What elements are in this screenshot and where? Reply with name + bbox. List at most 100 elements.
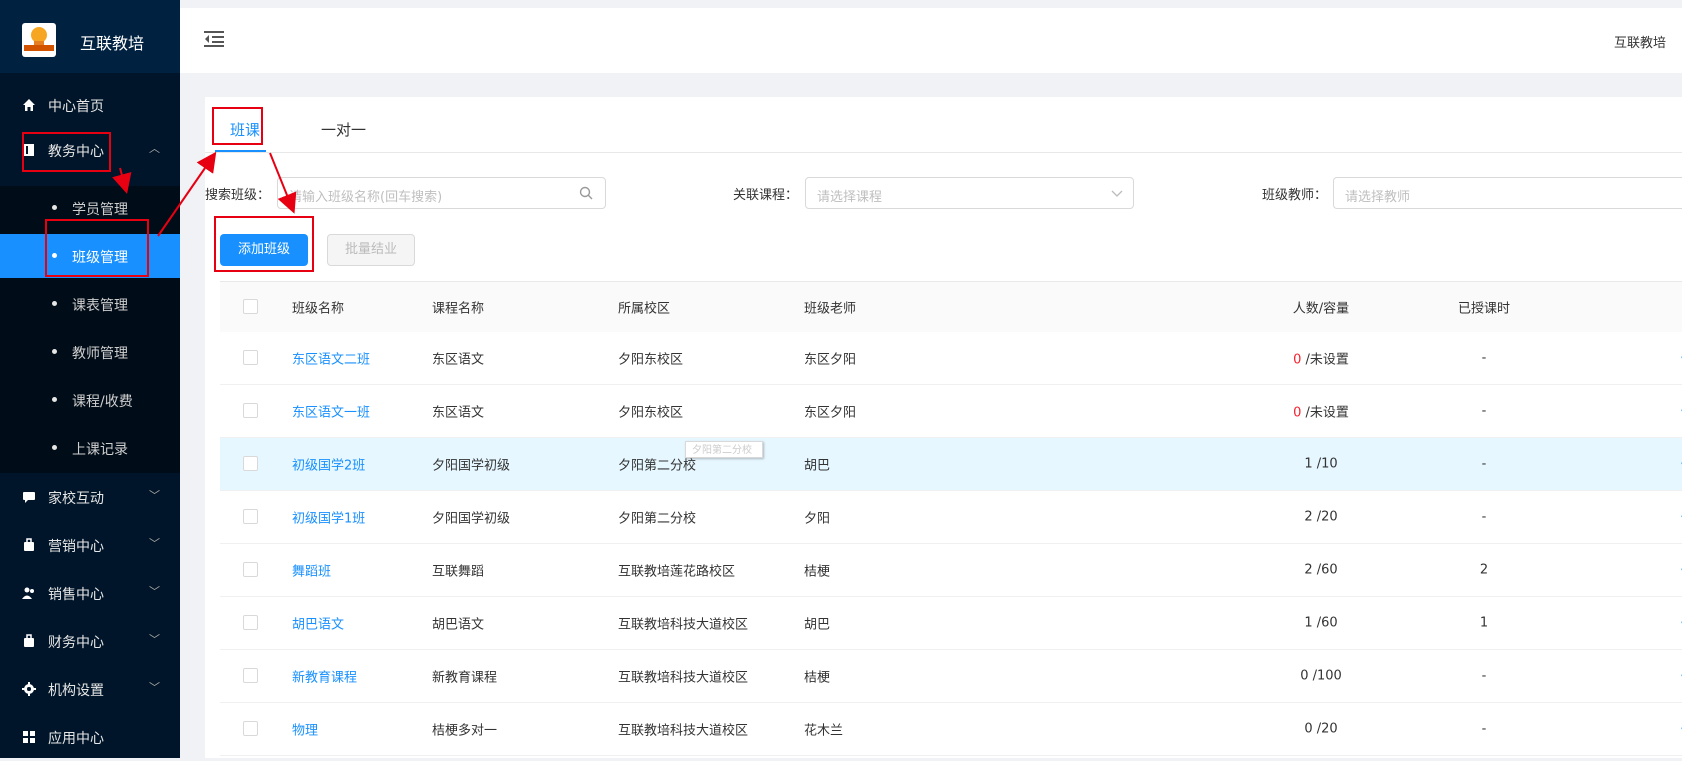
sidebar-item-label: 销售中心 [48,587,104,603]
col-taught-hours[interactable]: 已授课时 [1458,298,1510,317]
sidebar-subitem-records[interactable]: 上课记录 [0,426,180,470]
sidebar-subitem-teachers[interactable]: 教师管理 [0,330,180,374]
col-teacher[interactable]: 班级老师 [804,298,856,317]
app-name: 互联教培 [80,34,145,53]
row-checkbox[interactable] [243,721,258,736]
class-search-input[interactable]: 请输入班级名称(回车搜索) [277,177,606,209]
capacity: /100 [1308,668,1342,684]
sidebar-item-label: 中心首页 [48,99,104,115]
course-name: 桔梗多对一 [432,723,498,739]
filter-teacher-label: 班级教师： [1262,188,1328,203]
annotation-box [214,216,314,272]
search-icon[interactable] [579,186,593,200]
campus: 互联教培科技大道校区 [618,670,749,686]
table-row[interactable]: 初级国学2班夕阳国学初级夕阳第二分校胡巴1 /10-⋯ [220,438,1682,491]
table-header: 班级名称 课程名称 所属校区 班级老师 人数/容量 已授课时 [220,282,1682,332]
row-checkbox[interactable] [243,562,258,577]
capacity: /未设置 [1301,405,1349,421]
row-checkbox[interactable] [243,350,258,365]
teacher: 花木兰 [804,723,844,739]
teacher-select[interactable]: 请选择教师 [1333,177,1682,209]
header-user[interactable]: 互联教培 [1614,32,1666,51]
bag-icon [24,538,34,551]
row-checkbox[interactable] [243,668,258,683]
course-select[interactable]: 请选择课程 [805,177,1134,209]
subitem-label: 上课记录 [72,442,128,458]
sidebar-item-finance[interactable]: 财务中心 ﹀ [0,617,180,665]
sidebar-item-label: 机构设置 [48,683,104,699]
select-all-checkbox[interactable] [243,299,258,314]
row-checkbox[interactable] [243,509,258,524]
class-name-link[interactable]: 物理 [292,720,318,739]
annotation-box [212,107,263,145]
teacher: 夕阳 [804,511,831,527]
tab-one-on-one[interactable]: 一对一 [321,119,366,140]
table-row[interactable]: 舞蹈班互联舞蹈互联教培莲花路校区桔梗2 /602⋯ [220,544,1682,597]
subitem-label: 课表管理 [72,298,128,314]
class-name-link[interactable]: 新教育课程 [292,667,357,686]
annotation-box [22,132,111,172]
col-course-name[interactable]: 课程名称 [432,298,484,317]
col-count-capacity[interactable]: 人数/容量 [1293,298,1349,317]
col-campus[interactable]: 所属校区 [618,298,670,317]
teacher: 桔梗 [804,564,831,580]
course-name: 新教育课程 [432,670,498,686]
sidebar-item-sales[interactable]: 销售中心 ﹀ [0,569,180,617]
count-capacity: 0 /未设置 [1293,349,1349,368]
campus: 互联教培科技大道校区 [618,723,749,739]
sidebar-item-marketing[interactable]: 营销中心 ﹀ [0,521,180,569]
sidebar-item-settings[interactable]: 机构设置 ﹀ [0,665,180,713]
chevron-down-icon: ﹀ [149,633,160,646]
capacity: /20 [1312,721,1338,737]
capacity: /20 [1312,509,1338,525]
row-checkbox[interactable] [243,456,258,471]
row-checkbox[interactable] [243,615,258,630]
teacher-select-placeholder: 请选择教师 [1345,190,1411,205]
table-row[interactable]: 东区语文一班东区语文夕阳东校区东区夕阳0 /未设置-⋯ [220,385,1682,438]
menu-fold-icon[interactable] [204,30,224,48]
count-capacity: 2 /60 [1304,563,1337,578]
table-row[interactable]: 初级国学1班夕阳国学初级夕阳第二分校夕阳2 /20-⋯ [220,491,1682,544]
course-name: 胡巴语文 [432,617,485,633]
table-row[interactable]: 东区语文二班东区语文夕阳东校区东区夕阳0 /未设置-⋯ [220,332,1682,385]
sidebar-item-apps[interactable]: 应用中心 [0,713,180,761]
home-icon [23,99,35,111]
filter-course-label: 关联课程： [733,188,799,203]
row-checkbox[interactable] [243,403,258,418]
taught-hours: 2 [1479,562,1489,578]
taught-hours: - [1481,403,1487,419]
chevron-down-icon: ﹀ [149,585,160,598]
col-class-name[interactable]: 班级名称 [292,298,344,317]
campus: 夕阳东校区 [618,405,684,421]
course-name: 互联舞蹈 [432,564,485,580]
taught-hours: 1 [1479,615,1489,631]
sidebar-item-label: 家校互动 [48,491,104,507]
course-name: 夕阳国学初级 [432,458,511,474]
subitem-label: 教师管理 [72,346,128,362]
table-row[interactable]: 物理桔梗多对一互联教培科技大道校区花木兰0 /20-⋯ [220,703,1682,756]
grid-icon [23,731,35,743]
class-name-link[interactable]: 初级国学1班 [292,508,365,527]
sidebar-item-label: 应用中心 [48,731,104,747]
campus: 夕阳第二分校 [618,511,697,527]
class-name-link[interactable]: 初级国学2班 [292,455,365,474]
capacity: /未设置 [1301,352,1349,368]
class-name-link[interactable]: 东区语文二班 [292,349,370,368]
chevron-up-icon: ︿ [149,142,160,155]
class-name-link[interactable]: 舞蹈班 [292,561,331,580]
taught-hours: - [1481,509,1487,525]
top-header: 互联教培 [180,8,1682,73]
sidebar-subitem-courses[interactable]: 课程/收费 [0,378,180,422]
sidebar-subitem-timetable[interactable]: 课表管理 [0,282,180,326]
teacher: 东区夕阳 [804,352,857,368]
table-row[interactable]: 胡巴语文胡巴语文互联教培科技大道校区胡巴1 /601⋯ [220,597,1682,650]
filter-class-label: 搜索班级： [205,188,271,203]
class-name-link[interactable]: 东区语文一班 [292,402,370,421]
sidebar-item-home[interactable]: 中心首页 [0,81,180,129]
class-search-placeholder: 请输入班级名称(回车搜索) [289,190,443,205]
table-row[interactable]: 新教育课程新教育课程互联教培科技大道校区桔梗0 /100-⋯ [220,650,1682,703]
class-name-link[interactable]: 胡巴语文 [292,614,344,633]
batch-graduate-button[interactable]: 批量结业 [327,234,415,266]
sidebar-item-home-school[interactable]: 家校互动 ﹀ [0,473,180,521]
class-table: 班级名称 课程名称 所属校区 班级老师 人数/容量 已授课时 东区语文二班 东区语… [220,281,1682,759]
